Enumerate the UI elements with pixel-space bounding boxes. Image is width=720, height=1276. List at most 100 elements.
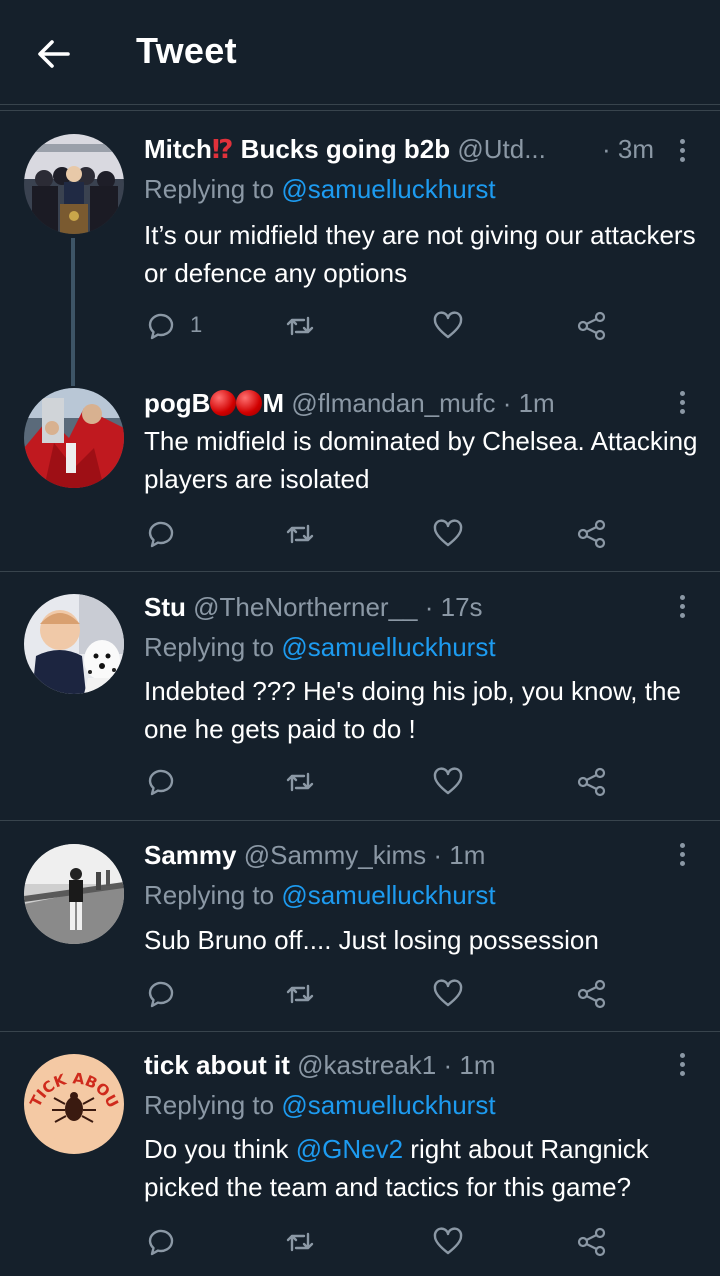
handle[interactable]: @Utd... [457, 134, 546, 164]
app-header: Tweet [0, 0, 720, 104]
more-options-button[interactable] [672, 592, 692, 626]
share-icon [577, 767, 606, 797]
replying-to: Replying to @samuelluckhurst [144, 880, 496, 910]
share-icon [577, 519, 606, 549]
more-options-button[interactable] [672, 388, 692, 422]
like-button[interactable] [432, 518, 464, 552]
avatar[interactable] [24, 134, 124, 234]
tweet-header: Stu @TheNortherner__ · 17s [144, 592, 483, 623]
timestamp[interactable]: · 1m [503, 388, 555, 418]
handle[interactable]: @Sammy_kims [244, 840, 426, 870]
heart-icon [433, 519, 463, 547]
tweet-divider [0, 571, 720, 572]
more-options-button[interactable] [672, 840, 692, 874]
handle[interactable]: @kastreak1 [297, 1050, 436, 1080]
tweet-divider [0, 820, 720, 821]
red-circle-icon [236, 390, 263, 416]
replying-to: Replying to @samuelluckhurst [144, 174, 496, 204]
share-button[interactable] [576, 1226, 608, 1260]
reply-icon [148, 981, 174, 1008]
reply-icon [148, 769, 174, 796]
replying-to: Replying to @samuelluckhurst [144, 1090, 496, 1120]
retweet-button[interactable] [284, 518, 316, 552]
handle[interactable]: @TheNortherner__ [193, 592, 417, 622]
mention-link[interactable]: @samuelluckhurst [281, 632, 495, 662]
reply-icon [148, 521, 174, 548]
header-divider [0, 104, 720, 105]
retweet-button[interactable] [284, 1226, 316, 1260]
retweet-icon [286, 984, 314, 1004]
like-button[interactable] [432, 978, 464, 1012]
heart-icon [433, 311, 463, 339]
retweet-button[interactable] [284, 310, 316, 344]
like-button[interactable] [432, 1226, 464, 1260]
share-button[interactable] [576, 310, 608, 344]
reply-icon [148, 313, 174, 340]
page-title: Tweet [136, 30, 237, 71]
display-name[interactable]: Mitch⁉ Bucks going b2b [144, 134, 450, 164]
thread-line [71, 238, 75, 386]
arrow-left-icon [38, 40, 70, 68]
like-button[interactable] [432, 766, 464, 800]
mention-link[interactable]: @samuelluckhurst [281, 1090, 495, 1120]
tweet-header: tick about it @kastreak1 · 1m [144, 1050, 496, 1081]
heart-icon [433, 767, 463, 795]
tweet-text: Indebted ??? He's doing his job, you kno… [144, 676, 681, 744]
tweet-actions [144, 1226, 614, 1260]
tweet-actions [144, 766, 614, 800]
tweet-actions [144, 978, 614, 1012]
reply-button[interactable] [144, 978, 176, 1012]
display-name[interactable]: Sammy [144, 840, 237, 870]
avatar[interactable] [24, 594, 124, 694]
heart-icon [433, 1227, 463, 1255]
tweet-divider [0, 1031, 720, 1032]
share-button[interactable] [576, 978, 608, 1012]
avatar[interactable] [24, 388, 124, 488]
tweet-actions: 1 [144, 310, 614, 344]
retweet-button[interactable] [284, 766, 316, 800]
tweet-header: pogB M @flmandan_mufc · 1m [144, 388, 555, 419]
more-options-button[interactable] [672, 136, 692, 170]
tweet-text: Sub Bruno off.... Just losing possession [144, 925, 599, 955]
timestamp[interactable]: · 1m [433, 840, 485, 870]
mention-link[interactable]: @samuelluckhurst [281, 174, 495, 204]
reply-count: 1 [190, 312, 203, 337]
red-circle-icon [210, 390, 237, 416]
share-button[interactable] [576, 518, 608, 552]
mention-link[interactable]: @samuelluckhurst [281, 880, 495, 910]
avatar[interactable] [24, 844, 124, 944]
header-divider [0, 110, 720, 111]
share-button[interactable] [576, 766, 608, 800]
like-button[interactable] [432, 310, 464, 344]
tweet-text: The midfield is dominated by Chelsea. At… [144, 426, 698, 494]
tweet-header: Mitch⁉ Bucks going b2b @Utd... [144, 134, 546, 165]
reply-button[interactable] [144, 766, 176, 800]
tweet-text: Do you think @GNev2 right about Rangnick… [144, 1134, 649, 1202]
tweet-header: Sammy @Sammy_kims · 1m [144, 840, 485, 871]
retweet-icon [286, 316, 314, 336]
reply-icon [148, 1229, 174, 1256]
reply-button[interactable] [144, 518, 176, 552]
display-name[interactable]: tick about it [144, 1050, 290, 1080]
share-icon [577, 311, 606, 341]
retweet-button[interactable] [284, 978, 316, 1012]
back-button[interactable] [34, 34, 74, 74]
replying-to: Replying to @samuelluckhurst [144, 632, 496, 662]
tweet-actions [144, 518, 614, 552]
handle[interactable]: @flmandan_mufc [291, 388, 495, 418]
tweet-text: It’s our midfield they are not giving ou… [144, 220, 696, 288]
reply-button[interactable]: 1 [144, 310, 202, 344]
heart-icon [433, 979, 463, 1007]
retweet-icon [286, 772, 314, 792]
timestamp[interactable]: · 1m [444, 1050, 496, 1080]
more-options-button[interactable] [672, 1050, 692, 1084]
reply-button[interactable] [144, 1226, 176, 1260]
mention-link[interactable]: @GNev2 [296, 1134, 403, 1164]
avatar[interactable]: TICK ABOUT IT [24, 1054, 124, 1154]
timestamp[interactable]: · 17s [425, 592, 483, 622]
share-icon [577, 979, 606, 1009]
timestamp[interactable]: · 3m [602, 134, 654, 165]
display-name[interactable]: Stu [144, 592, 186, 622]
retweet-icon [286, 1232, 314, 1252]
display-name[interactable]: pogB M [144, 388, 284, 418]
